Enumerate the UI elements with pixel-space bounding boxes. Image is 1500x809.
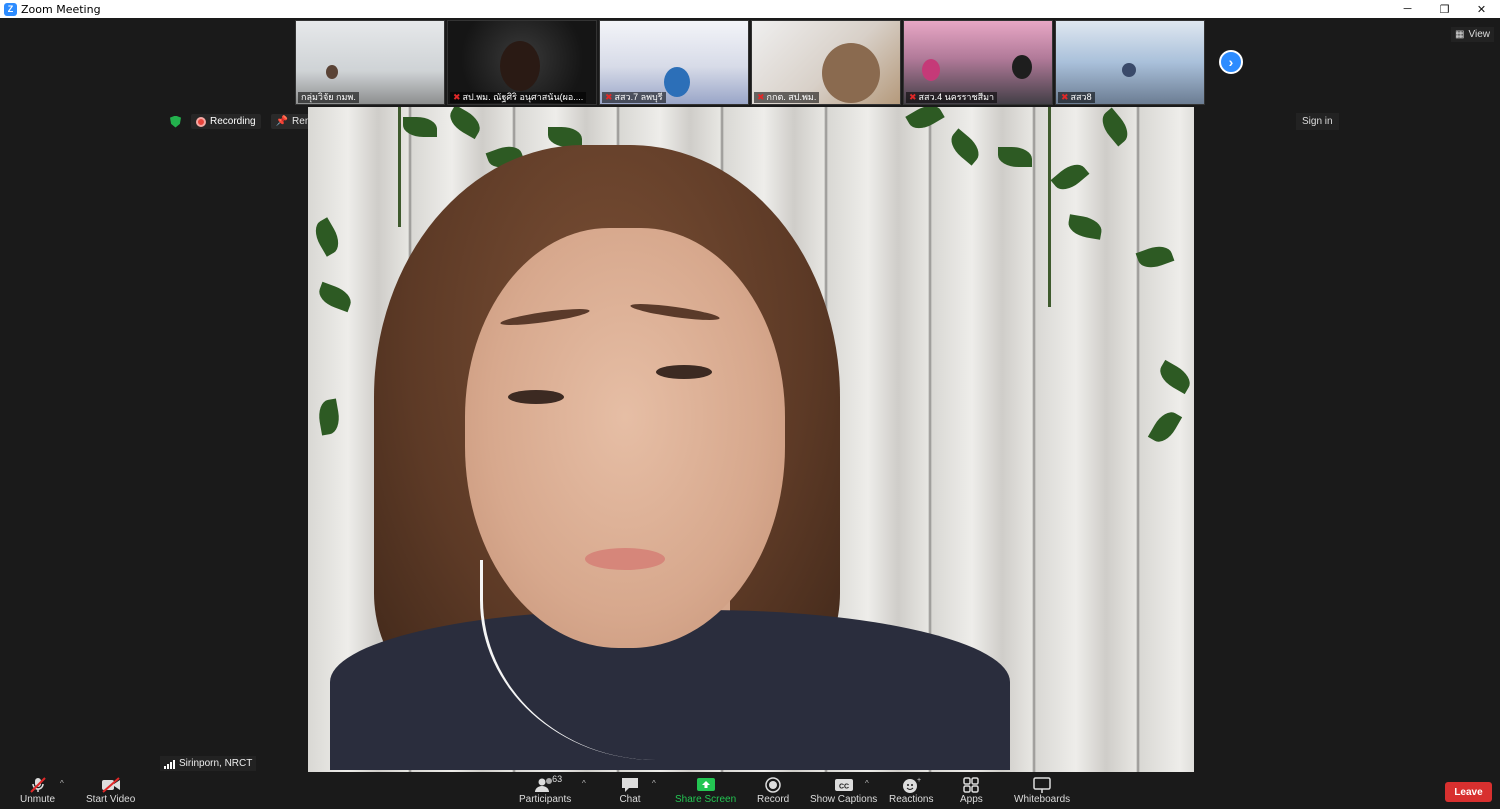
meeting-toolbar: Unmute ^ Start Video 63 Participants ^ C… bbox=[0, 773, 1500, 809]
record-dot-icon bbox=[196, 116, 206, 127]
closed-captions-icon: CC bbox=[833, 776, 855, 794]
participant-label: ✖ สสว.4 นครราชสีมา bbox=[906, 92, 998, 103]
participants-icon: 63 bbox=[534, 774, 562, 794]
minimize-button[interactable]: ─ bbox=[1389, 0, 1426, 18]
restore-button[interactable]: ❐ bbox=[1426, 0, 1463, 18]
start-video-button[interactable]: Start Video bbox=[86, 776, 135, 805]
unmute-button[interactable]: Unmute bbox=[20, 776, 55, 805]
pin-icon: 📌 bbox=[275, 116, 289, 127]
audio-options-caret-icon[interactable]: ^ bbox=[60, 779, 64, 788]
grid-icon: ▦ bbox=[1455, 29, 1465, 40]
muted-mic-icon: ✖ bbox=[757, 92, 765, 102]
signal-strength-icon bbox=[164, 759, 175, 769]
title-bar: Z Zoom Meeting ─ ❐ ✕ bbox=[0, 0, 1500, 18]
smiley-plus-icon: + bbox=[900, 776, 922, 794]
participants-button[interactable]: 63 Participants bbox=[519, 774, 571, 805]
svg-text:+: + bbox=[917, 777, 921, 784]
active-speaker-video bbox=[308, 107, 1194, 772]
chat-button[interactable]: Chat bbox=[619, 776, 641, 805]
muted-mic-icon: ✖ bbox=[1061, 92, 1069, 102]
chat-caret-icon[interactable]: ^ bbox=[652, 779, 656, 788]
whiteboards-button[interactable]: Whiteboards bbox=[1014, 776, 1070, 805]
participant-thumbnail[interactable]: ✖ สสว8 bbox=[1055, 20, 1205, 105]
sign-in-button[interactable]: Sign in bbox=[1296, 113, 1339, 130]
svg-text:CC: CC bbox=[839, 784, 849, 791]
apps-button[interactable]: Apps bbox=[960, 776, 983, 805]
captions-caret-icon[interactable]: ^ bbox=[865, 779, 869, 788]
window-title: Zoom Meeting bbox=[21, 2, 101, 16]
speaker-name-tag: Sirinporn, NRCT bbox=[160, 756, 257, 771]
gallery-strip: กลุ่มวิจัย กมพ. ✖ สป.พม. ณัฐศิริ อนุศาสนั… bbox=[295, 20, 1205, 105]
recording-indicator[interactable]: Recording bbox=[191, 114, 261, 129]
chat-bubble-icon bbox=[619, 776, 641, 794]
close-button[interactable]: ✕ bbox=[1463, 0, 1500, 18]
muted-microphone-icon bbox=[27, 776, 49, 794]
participants-caret-icon[interactable]: ^ bbox=[582, 779, 586, 788]
participant-label: กลุ่มวิจัย กมพ. bbox=[298, 92, 359, 103]
participant-thumbnail[interactable]: ✖ กกต. สป.พม. bbox=[751, 20, 901, 105]
participant-label: ✖ สสว8 bbox=[1058, 92, 1095, 103]
record-button[interactable]: Record bbox=[757, 776, 789, 805]
video-off-icon bbox=[100, 776, 122, 794]
view-button[interactable]: ▦ View bbox=[1451, 27, 1494, 42]
participant-thumbnail[interactable]: ✖ สสว.7 ลพบุรี bbox=[599, 20, 749, 105]
record-icon bbox=[762, 776, 784, 794]
window-controls: ─ ❐ ✕ bbox=[1389, 0, 1500, 18]
muted-mic-icon: ✖ bbox=[909, 92, 917, 102]
participant-thumbnail[interactable]: กลุ่มวิจัย กมพ. bbox=[295, 20, 445, 105]
muted-mic-icon: ✖ bbox=[605, 92, 613, 102]
muted-mic-icon: ✖ bbox=[453, 92, 461, 102]
share-screen-icon bbox=[695, 776, 717, 794]
whiteboard-icon bbox=[1031, 776, 1053, 794]
participant-label: ✖ กกต. สป.พม. bbox=[754, 92, 820, 103]
share-screen-button[interactable]: Share Screen bbox=[675, 776, 736, 805]
leave-button[interactable]: Leave bbox=[1445, 782, 1492, 802]
chevron-right-icon: › bbox=[1228, 54, 1234, 70]
zoom-logo-icon: Z bbox=[4, 2, 17, 16]
next-page-button[interactable]: › bbox=[1219, 50, 1243, 74]
participant-thumbnail[interactable]: ✖ สสว.4 นครราชสีมา bbox=[903, 20, 1053, 105]
apps-icon bbox=[960, 776, 982, 794]
participant-label: ✖ สป.พม. ณัฐศิริ อนุศาสนัน(ผอ.... bbox=[450, 92, 587, 103]
reactions-button[interactable]: + Reactions bbox=[889, 776, 933, 805]
participants-count: 63 bbox=[552, 774, 563, 784]
encryption-shield-icon[interactable] bbox=[170, 115, 181, 128]
participant-label: ✖ สสว.7 ลพบุรี bbox=[602, 92, 666, 103]
participant-thumbnail[interactable]: ✖ สป.พม. ณัฐศิริ อนุศาสนัน(ผอ.... bbox=[447, 20, 597, 105]
